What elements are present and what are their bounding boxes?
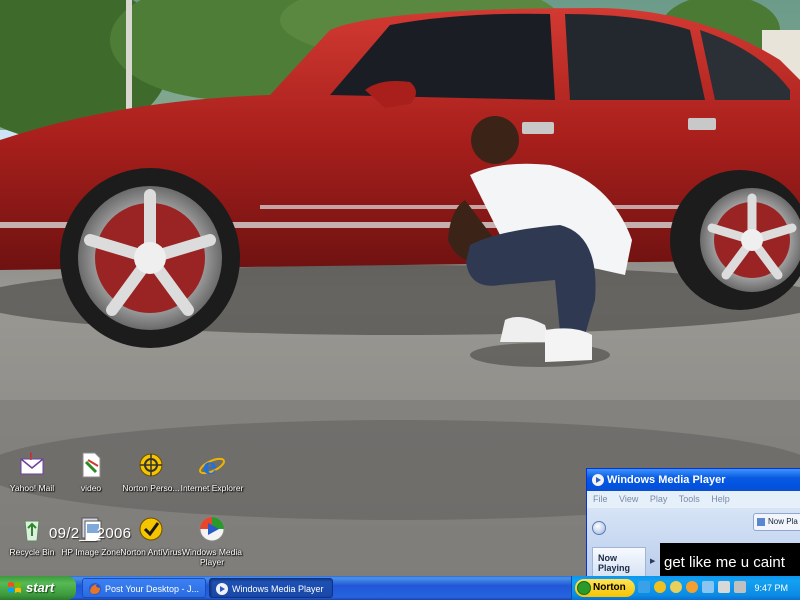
desktop-icon-label: Norton AntiVirus (120, 547, 182, 557)
desktop-icon-label: Yahoo! Mail (9, 483, 55, 493)
desktop-icon-video[interactable]: video (59, 450, 123, 493)
start-button[interactable]: start (0, 576, 76, 600)
desktop-icon-internet-explorer[interactable]: e Internet Explorer (180, 450, 244, 493)
norton-antivirus-icon (139, 517, 163, 541)
norton-label: Norton (593, 582, 626, 593)
wmp-title-bar[interactable]: Windows Media Player (587, 469, 800, 491)
windows-media-player-icon (199, 516, 225, 542)
wmp-menu-bar: File View Play Tools Help (587, 491, 800, 508)
menu-play[interactable]: Play (650, 494, 668, 504)
norton-check-icon (577, 581, 591, 595)
network-icon[interactable] (638, 581, 650, 593)
windows-media-player-window[interactable]: Windows Media Player File View Play Tool… (586, 468, 800, 576)
desktop-icon-label: Recycle Bin (9, 547, 55, 557)
start-label: start (26, 580, 55, 595)
tab-now-playing[interactable]: Now Pla (753, 513, 800, 531)
svg-text:!: ! (29, 451, 33, 463)
desktop-icon-norton-personal-firewall[interactable]: Norton Perso... (119, 450, 183, 493)
volume-icon[interactable] (734, 581, 746, 593)
display-icon[interactable] (702, 581, 714, 593)
wmp-title: Windows Media Player (607, 474, 726, 486)
windows-media-player-icon (592, 474, 604, 486)
yahoo-mail-icon: ! (20, 451, 44, 475)
desktop-icon-label: Norton Perso... (122, 483, 180, 493)
taskbar-button-label: Windows Media Player (232, 584, 324, 594)
desktop-icon-yahoo-mail[interactable]: ! Yahoo! Mail (0, 450, 64, 493)
taskbar-button-label: Post Your Desktop - J... (105, 584, 200, 594)
taskbar-button-post-your-desktop[interactable]: Post Your Desktop - J... (82, 578, 206, 598)
taskbar: start Post Your Desktop - J... Windows M… (0, 576, 800, 600)
norton-tray-button[interactable]: Norton (575, 579, 635, 597)
windows-media-player-icon (216, 583, 228, 595)
menu-help[interactable]: Help (711, 494, 730, 504)
recycle-bin-icon (24, 520, 40, 542)
menu-tools[interactable]: Tools (679, 494, 700, 504)
chevron-right-icon[interactable]: ▶ (650, 557, 655, 565)
video-file-icon (82, 452, 101, 478)
wmp-body: Now Pla Now Playing ▶ get like me u cain… (587, 508, 800, 576)
wmp-video-pane[interactable]: get like me u caint (660, 543, 800, 576)
internet-explorer-icon: e (199, 454, 225, 480)
norton-shield-icon[interactable] (654, 581, 666, 593)
tab-now-playing-label: Now Pla (768, 517, 798, 526)
desktop-icon-label: Internet Explorer (180, 483, 244, 493)
firefox-icon (89, 583, 101, 595)
desktop-icon-label: HP Image Zone (61, 547, 121, 557)
now-playing-label: Now Playing (598, 553, 631, 573)
svg-text:e: e (203, 454, 217, 480)
system-tray: Norton 9:47 PM (571, 576, 800, 600)
menu-file[interactable]: File (593, 494, 608, 504)
desktop-icon-label: Windows Media Player (182, 547, 242, 567)
photo-date-stamp: 09/2__2006 (49, 525, 132, 542)
messenger-icon[interactable] (670, 581, 682, 593)
windows-flag-icon (8, 582, 21, 593)
smiley-icon[interactable] (686, 581, 698, 593)
menu-view[interactable]: View (619, 494, 638, 504)
taskbar-clock: 9:47 PM (754, 583, 788, 593)
norton-personal-firewall-icon (139, 453, 163, 477)
security-alert-icon[interactable] (718, 581, 730, 593)
desktop-icon-label: video (80, 483, 102, 493)
desktop-icon-windows-media-player[interactable]: Windows Media Player (180, 514, 244, 567)
now-playing-icon (757, 518, 765, 526)
now-playing-button[interactable]: Now Playing (592, 547, 646, 576)
desktop[interactable]: ! Yahoo! Mail video Norton Perso... e In… (0, 0, 800, 576)
video-caption: get like me u caint (664, 554, 785, 571)
back-button[interactable] (592, 521, 606, 535)
taskbar-button-windows-media-player[interactable]: Windows Media Player (209, 578, 333, 598)
